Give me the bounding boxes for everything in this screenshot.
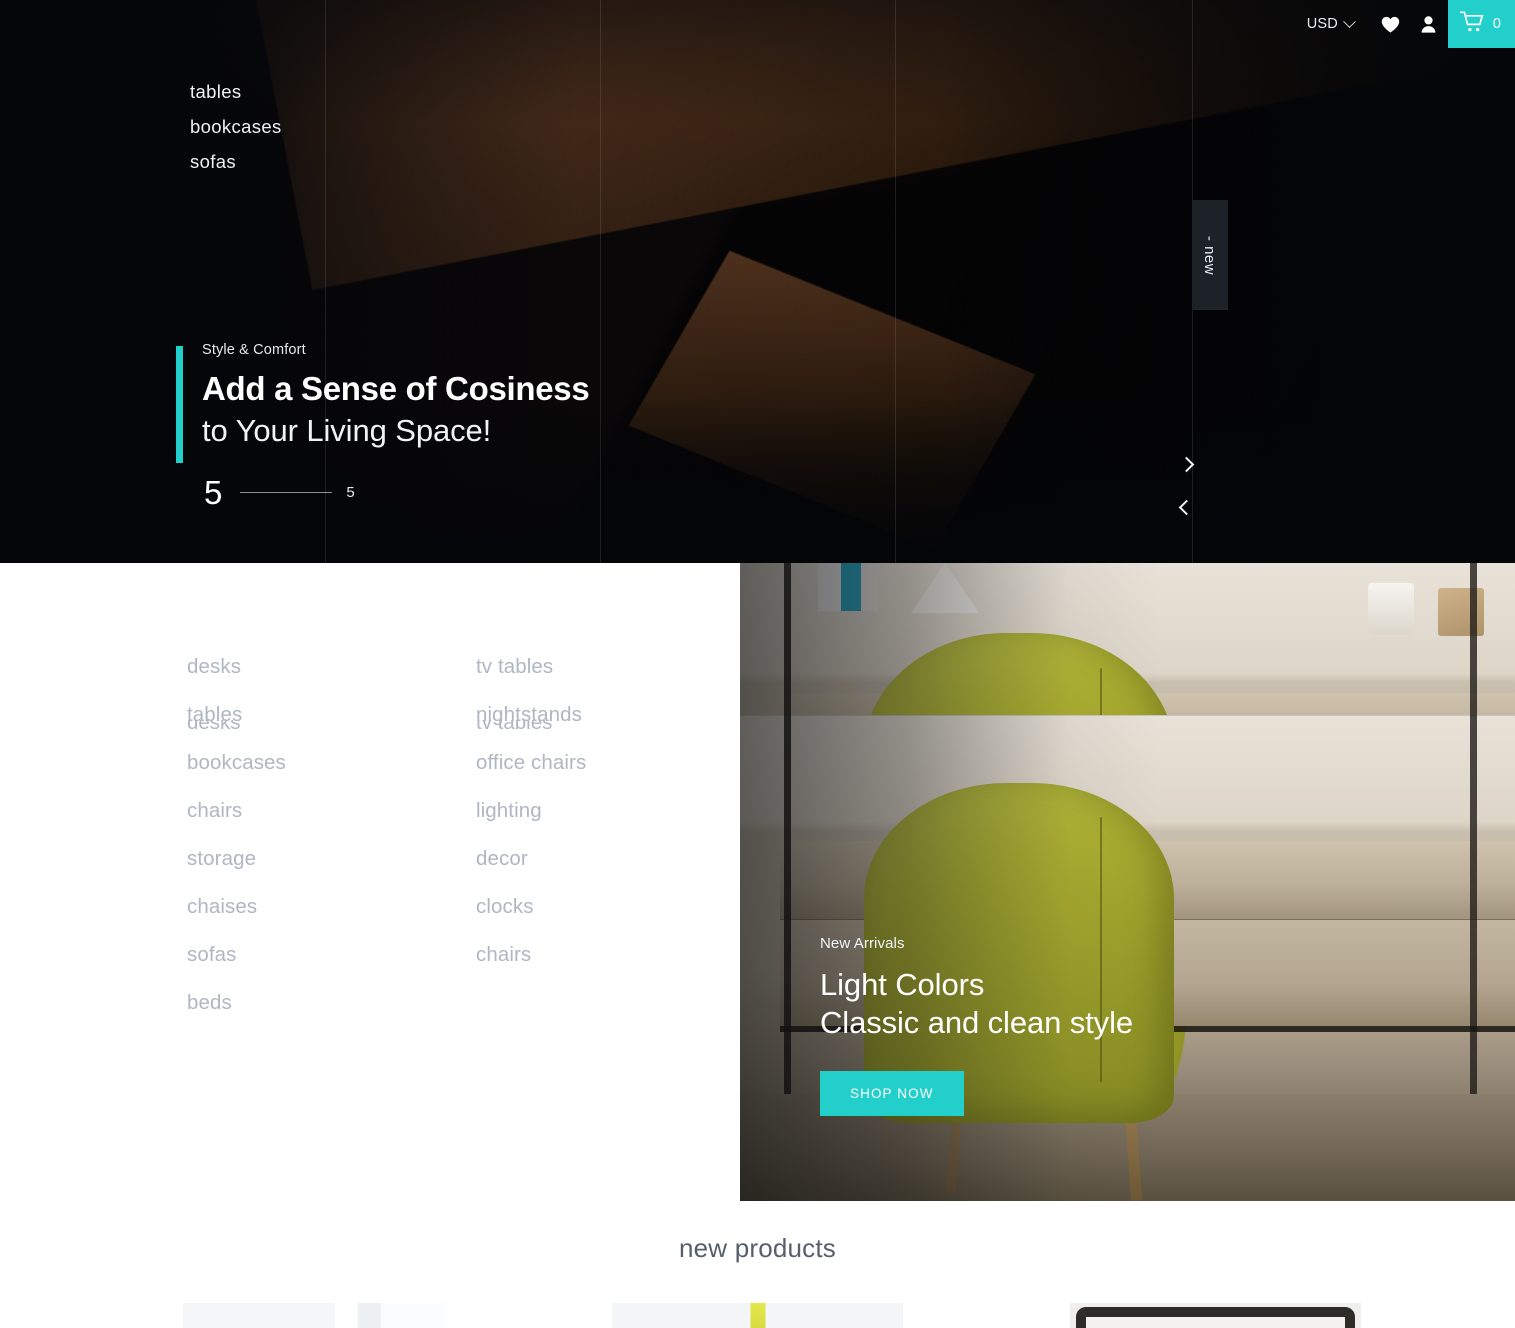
category-link-chairs[interactable]: chairs (187, 787, 372, 835)
hero-slider: USD 0 tables bookcases sofas - new Style… (0, 0, 1515, 563)
chevron-left-icon (1178, 499, 1194, 515)
category-link-chairs-2[interactable]: chairs (476, 931, 661, 979)
top-utility-bar: USD 0 (1289, 0, 1515, 48)
promo-eyebrow: New Arrivals (820, 935, 905, 952)
wishlist-button[interactable] (1372, 0, 1410, 48)
category-link-tv-tables[interactable]: tv tables (476, 643, 661, 691)
hero-nav-item-bookcases[interactable]: bookcases (190, 109, 282, 144)
category-link-bookcases[interactable]: bookcases (187, 739, 372, 787)
hero-nav-item-tables[interactable]: tables (190, 74, 282, 109)
new-products-section: new products (0, 1201, 1515, 1328)
promo-title: Light Colors (820, 967, 985, 1002)
category-link-office-chairs[interactable]: office chairs (476, 739, 661, 787)
category-link-lighting[interactable]: lighting (476, 787, 661, 835)
slider-next-button[interactable] (1173, 451, 1199, 477)
product-card-1[interactable] (154, 1303, 445, 1328)
chevron-down-icon (1343, 14, 1356, 28)
currency-label: USD (1306, 16, 1338, 32)
product-card-3[interactable] (1070, 1303, 1361, 1328)
shopping-cart-icon (1459, 10, 1485, 38)
user-icon (1421, 15, 1436, 33)
new-products-grid (0, 1303, 1515, 1328)
hero-eyebrow: Style & Comfort (202, 342, 306, 358)
category-column-right: tv tables nightstands office chairs ligh… (476, 643, 661, 1027)
categories-and-promo-section: desks tables bookcases chairs storage ch… (0, 563, 1515, 1201)
promo-banner[interactable]: New Arrivals Light Colors Classic and cl… (740, 563, 1515, 1201)
category-link-chaises[interactable]: chaises (187, 883, 372, 931)
hero-subtitle: to Your Living Space! (202, 412, 492, 448)
hero-accent-bar (176, 346, 183, 463)
shop-now-button[interactable]: SHOP NOW (820, 1071, 964, 1117)
category-link-nightstands[interactable]: nightstands (476, 691, 661, 739)
currency-selector[interactable]: USD (1289, 0, 1372, 48)
new-products-title: new products (678, 1233, 837, 1263)
product-card-2[interactable] (612, 1303, 903, 1328)
slider-counter-line (240, 492, 333, 494)
slider-counter: 5 5 (202, 476, 589, 509)
promo-subtitle: Classic and clean style (820, 1005, 1134, 1041)
category-link-desks[interactable]: desks (187, 643, 372, 691)
category-link-decor[interactable]: decor (476, 835, 661, 883)
cart-count: 0 (1492, 16, 1501, 32)
new-side-tab[interactable]: - new (1192, 200, 1228, 310)
cart-button[interactable]: 0 (1447, 0, 1515, 48)
chevron-right-icon (1178, 456, 1194, 472)
category-lists: desks tables bookcases chairs storage ch… (187, 643, 661, 1027)
heart-icon (1381, 16, 1400, 33)
category-link-clocks[interactable]: clocks (476, 883, 661, 931)
promo-caption: New Arrivals Light Colors Classic and cl… (820, 935, 1134, 1117)
product-image-2 (612, 1303, 903, 1328)
slider-total-count: 5 (346, 484, 355, 502)
hero-category-nav: tables bookcases sofas (190, 74, 282, 179)
category-link-sofas[interactable]: sofas (187, 931, 372, 979)
slider-current-index: 5 (204, 474, 223, 512)
hero-nav-item-sofas[interactable]: sofas (190, 144, 282, 179)
hero-title: Add a Sense of Cosiness (202, 370, 590, 407)
product-image-3 (1070, 1303, 1361, 1328)
slider-prev-button[interactable] (1173, 494, 1199, 520)
category-link-beds[interactable]: beds (187, 979, 372, 1027)
product-image-1 (154, 1303, 445, 1328)
new-side-tab-label: - new (1201, 235, 1219, 275)
hero-caption: Style & Comfort Add a Sense of Cosiness … (176, 342, 590, 509)
category-link-tables[interactable]: tables (187, 691, 372, 739)
category-link-storage[interactable]: storage (187, 835, 372, 883)
account-button[interactable] (1410, 0, 1448, 48)
category-column-left: desks tables bookcases chairs storage ch… (187, 643, 372, 1027)
